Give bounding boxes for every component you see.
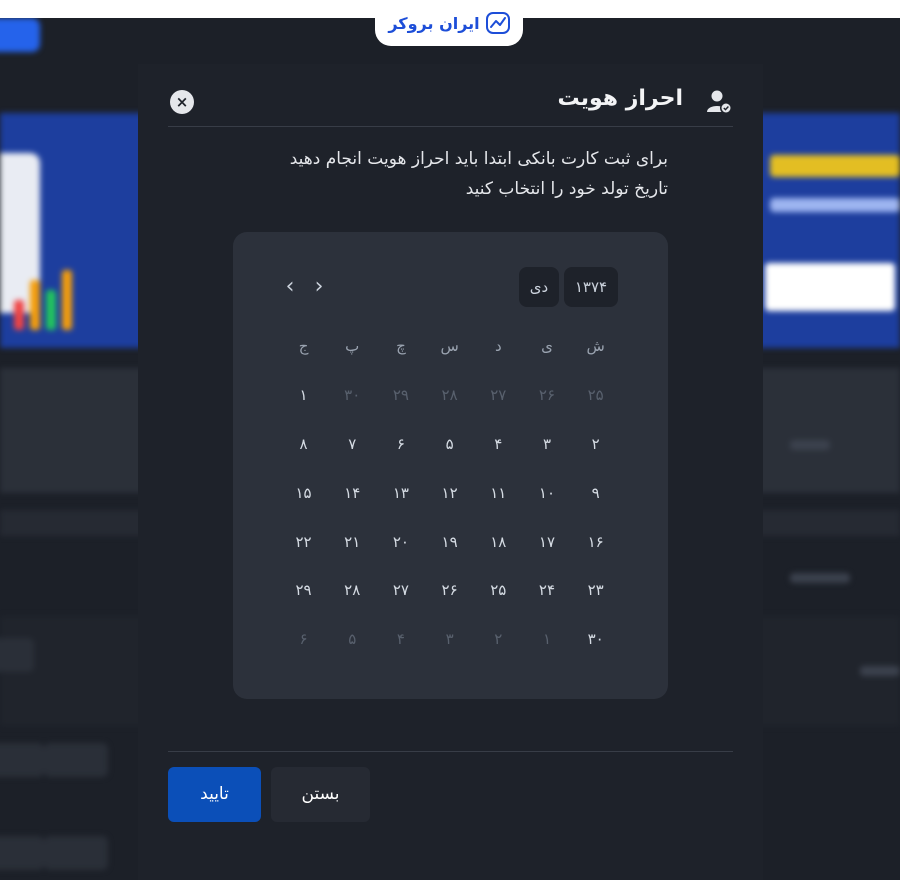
calendar-day[interactable]: ۹ [571,468,620,517]
calendar-day[interactable]: ۳ [523,420,572,469]
calendar-day[interactable]: ۸ [279,420,328,469]
calendar-day[interactable]: ۲۱ [328,517,377,566]
confirm-button[interactable]: تایید [168,767,261,822]
calendar-day-outside-month[interactable]: ۲۹ [377,371,426,420]
calendar-grid: ش ی د س چ پ ج ۲۵ ۲۶ ۲۷ ۲۸ ۲۹ ۳۰ ۱ ۲ ۳ ۴ ۵ ۶ ۷ ۸ ۹ ۱۰ ۱۱ ۱۲ ۱۳ ۱۴ ۱۵… [279,322,620,664]
background-text [790,573,850,583]
background-chart-bar [30,280,40,330]
calendar-day[interactable]: ۱۰ [523,468,572,517]
background-text [860,666,900,676]
calendar-day[interactable]: ۳۰ [571,615,620,664]
calendar-day[interactable]: ۱۳ [377,468,426,517]
weekday-label: ش [586,337,605,356]
calendar-day[interactable]: ۲۰ [377,517,426,566]
background-chart-bar [14,300,24,330]
footer-divider [168,751,733,752]
weekday-label: د [494,337,502,356]
close-button[interactable]: بستن [271,767,370,822]
calendar-day[interactable]: ۱۷ [523,517,572,566]
calendar-day-outside-month[interactable]: ۳۰ [328,371,377,420]
background-chart-bar [46,290,56,330]
calendar-day-outside-month[interactable]: ۴ [377,615,426,664]
calendar-day[interactable]: ۲۵ [474,566,523,615]
background-pill [44,836,108,870]
instructions-text: برای ثبت کارت بانکی ابتدا باید احراز هوی… [228,144,668,204]
calendar-day[interactable]: ۱۹ [425,517,474,566]
background-banner-heading [770,155,900,177]
weekday-label: ج [298,337,309,356]
calendar-day-outside-month[interactable]: ۲۶ [523,371,572,420]
background-pill [0,836,44,870]
calendar-day[interactable]: ۲۷ [377,566,426,615]
modal-title: احراز هویت [557,86,683,111]
calendar-day[interactable]: ۵ [425,420,474,469]
calendar-day[interactable]: ۲۸ [328,566,377,615]
calendar-day[interactable]: ۱ [279,371,328,420]
instruction-line: تاریخ تولد خود را انتخاب کنید [465,179,668,199]
calendar-day[interactable]: ۱۴ [328,468,377,517]
identity-verification-modal: احراز هویت × برای ثبت کارت بانکی ابتدا ب… [138,64,763,880]
calendar-day[interactable]: ۲۴ [523,566,572,615]
calendar-day-outside-month[interactable]: ۲۵ [571,371,620,420]
month-select[interactable]: دی [519,267,559,307]
background-pill [44,743,108,777]
background-pill [0,743,44,777]
user-verified-icon [707,90,732,114]
weekday-label: پ [345,337,360,356]
chart-logo-icon [485,12,510,34]
calendar-day[interactable]: ۲ [571,420,620,469]
calendar-day-outside-month[interactable]: ۵ [328,615,377,664]
weekday-label: ی [541,337,553,356]
background-banner-button [765,263,895,311]
calendar-day[interactable]: ۶ [377,420,426,469]
calendar-day-outside-month[interactable]: ۱ [523,615,572,664]
calendar-day[interactable]: ۴ [474,420,523,469]
modal-header: احراز هویت × [168,74,733,126]
brand-logo-text: ایران بروکر [388,13,480,33]
weekday-label: س [440,337,459,356]
calendar-day-outside-month[interactable]: ۳ [425,615,474,664]
close-icon[interactable]: × [170,90,194,114]
calendar-day-outside-month[interactable]: ۲۸ [425,371,474,420]
calendar-day[interactable]: ۲۶ [425,566,474,615]
calendar-day[interactable]: ۲۳ [571,566,620,615]
brand-logo[interactable]: ایران بروکر [375,0,523,46]
calendar-day-outside-month[interactable]: ۲ [474,615,523,664]
header-divider [168,126,733,127]
calendar-day[interactable]: ۲۹ [279,566,328,615]
calendar-day[interactable]: ۲۲ [279,517,328,566]
calendar-day[interactable]: ۱۶ [571,517,620,566]
calendar-day[interactable]: ۱۵ [279,468,328,517]
background-banner-subheading [770,198,900,212]
background-pill [0,638,34,672]
date-picker: ۱۳۷۴ دی › ‹ ش ی د س چ پ ج ۲۵ ۲۶ ۲۷ ۲۸ ۲۹ ۳۰ ۱ ۲ ۳ ۴ ۵ ۶ ۷ ۸ ۹… [233,232,668,699]
next-month-icon[interactable]: › [307,272,331,302]
background-button [0,18,40,52]
calendar-day[interactable]: ۷ [328,420,377,469]
calendar-day[interactable]: ۱۸ [474,517,523,566]
instruction-line: برای ثبت کارت بانکی ابتدا باید احراز هوی… [289,149,668,169]
background-text [790,440,830,450]
calendar-day[interactable]: ۱۱ [474,468,523,517]
calendar-day-outside-month[interactable]: ۶ [279,615,328,664]
previous-month-icon[interactable]: ‹ [278,272,302,302]
weekday-label: چ [396,337,406,356]
calendar-day[interactable]: ۱۲ [425,468,474,517]
calendar-day-outside-month[interactable]: ۲۷ [474,371,523,420]
background-chart-bar [62,270,72,330]
year-select[interactable]: ۱۳۷۴ [564,267,618,307]
